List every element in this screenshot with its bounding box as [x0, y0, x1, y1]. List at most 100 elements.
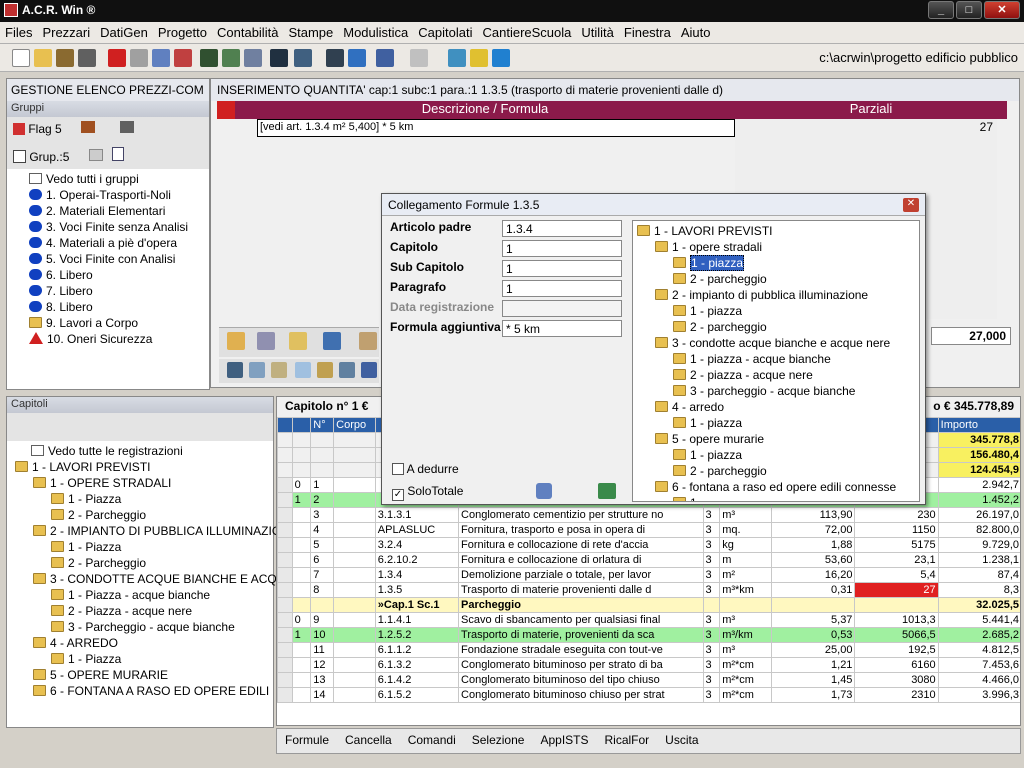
table-row[interactable]: 5 3.2.4 Fornitura e collocazione di rete d… — [277, 537, 1020, 553]
tree-item[interactable]: 1 - Piazza - acque bianche — [15, 587, 273, 603]
grid-icon[interactable] — [200, 49, 218, 67]
dialog-tree-item[interactable]: 6 - fontana a raso ed opere edili connes… — [637, 479, 919, 495]
copy-small-icon[interactable] — [249, 362, 265, 378]
tools-icon[interactable] — [56, 49, 74, 67]
dialog-tree-item[interactable]: 1 - piazza — [637, 447, 919, 463]
menu-modulistica[interactable]: Modulistica — [338, 22, 413, 43]
menu-finestra[interactable]: Finestra — [619, 22, 676, 43]
dedurre-checkbox[interactable] — [392, 463, 404, 475]
table-row[interactable]: 7 1.3.4 Demolizione parziale o totale, per… — [277, 567, 1020, 583]
help-icon[interactable] — [536, 483, 552, 499]
cut-icon[interactable] — [227, 362, 243, 378]
exit-door-icon[interactable] — [227, 332, 245, 350]
hand-icon[interactable] — [81, 121, 96, 133]
table-row[interactable]: 6 6.2.10.2 Fornitura e collocazione di orl… — [277, 552, 1020, 568]
calendar-icon[interactable] — [174, 49, 192, 67]
data-field[interactable] — [502, 300, 622, 317]
dialog-tree-item[interactable]: 3 - condotte acque bianche e acque nere — [637, 335, 919, 351]
group-item[interactable]: 1. Operai-Trasporti-Noli — [29, 187, 209, 203]
eraser-icon[interactable] — [317, 362, 333, 378]
blank-icon[interactable] — [88, 149, 103, 161]
tree-item[interactable]: 2 - IMPIANTO DI PUBBLICA ILLUMINAZIO — [15, 523, 281, 539]
cmd-uscita[interactable]: Uscita — [657, 729, 706, 751]
dialog-tree-item[interactable]: 5 - opere murarie — [637, 431, 919, 447]
tree-item[interactable]: 2 - Piazza - acque nere — [15, 603, 273, 619]
tree-item[interactable]: 1 - Piazza — [15, 491, 273, 507]
dialog-tree-item[interactable]: 2 - piazza - acque nere — [637, 367, 919, 383]
cmd-selezione[interactable]: Selezione — [464, 729, 533, 751]
minimize-button[interactable]: _ — [928, 1, 954, 19]
table-row[interactable]: 14 6.1.5.2 Conglomerato bituminoso chiuso … — [277, 687, 1020, 703]
dialog-tree-item[interactable]: 2 - parcheggio — [637, 319, 919, 335]
paragrafo-field[interactable]: 1 — [502, 280, 622, 297]
tree-item[interactable]: Vedo tutte le registrazioni — [15, 443, 273, 459]
flag-button[interactable]: Flag 5 — [28, 122, 61, 136]
dialog-tree-item[interactable]: 1 - piazza — [637, 415, 919, 431]
wrench-icon[interactable] — [294, 49, 312, 67]
table-row[interactable]: 0 9 1.1.4.1 Scavo di sbancamento per qualsi… — [277, 612, 1020, 628]
key-icon[interactable] — [470, 49, 488, 67]
table-row[interactable]: 12 6.1.3.2 Conglomerato bituminoso per str… — [277, 657, 1020, 673]
solo-checkbox[interactable]: ✓ — [392, 489, 404, 501]
table-row[interactable]: 3 3.1.3.1 Conglomerato cementizio per stru… — [277, 507, 1020, 523]
menu-progetto[interactable]: Progetto — [153, 22, 212, 43]
cmd-formule[interactable]: Formule — [277, 729, 337, 751]
calculator-icon[interactable] — [130, 49, 148, 67]
table-row[interactable]: 1 10 1.2.5.2 Trasporto di materie, provenie… — [277, 627, 1020, 643]
articolo-field[interactable]: 1.3.4 — [502, 220, 622, 237]
sort-icon[interactable] — [339, 362, 355, 378]
table-row[interactable]: 8 1.3.5 Trasporto di materie provenienti d… — [277, 582, 1020, 598]
cmd-comandi[interactable]: Comandi — [400, 729, 464, 751]
menu-cantierescuola[interactable]: CantiereScuola — [477, 22, 576, 43]
menu-stampe[interactable]: Stampe — [283, 22, 338, 43]
dialog-tree-item[interactable]: 2 - parcheggio — [637, 463, 919, 479]
dialog-close-button[interactable]: ✕ — [903, 198, 919, 212]
dialog-tree-item[interactable]: 1 - piazza - acque bianche — [637, 351, 919, 367]
calc-icon[interactable] — [448, 49, 466, 67]
group-item[interactable]: 10. Oneri Sicurezza — [29, 331, 209, 347]
chart-icon[interactable] — [222, 49, 240, 67]
maximize-button[interactable]: □ — [956, 1, 982, 19]
check-icon[interactable] — [13, 150, 26, 163]
copy-icon[interactable] — [78, 49, 96, 67]
undo-small-icon[interactable] — [361, 362, 377, 378]
group-item[interactable]: 5. Voci Finite con Analisi — [29, 251, 209, 267]
paste-small-icon[interactable] — [271, 362, 287, 378]
tree-item[interactable]: 1 - OPERE STRADALI — [15, 475, 273, 491]
group-item[interactable]: Vedo tutti i gruppi — [29, 171, 209, 187]
table-row[interactable]: 11 6.1.1.2 Fondazione stradale eseguita co… — [277, 642, 1020, 658]
subcap-field[interactable]: 1 — [502, 260, 622, 277]
tree-item[interactable]: 6 - FONTANA A RASO ED OPERE EDILI — [15, 683, 273, 699]
menu-prezzari[interactable]: Prezzari — [37, 22, 95, 43]
tree-item[interactable]: 4 - ARREDO — [15, 635, 273, 651]
refresh-icon[interactable] — [492, 49, 510, 67]
dialog-tree-item[interactable]: 3 - parcheggio - acque bianche — [637, 383, 919, 399]
dialog-tree-item[interactable]: 4 - arredo — [637, 399, 919, 415]
tree-item[interactable]: 2 - Parcheggio — [15, 507, 273, 523]
dialog-tree-item[interactable]: 2 - impianto di pubblica illuminazione — [637, 287, 919, 303]
notes-icon[interactable] — [289, 332, 307, 350]
new-file-icon[interactable] — [12, 49, 30, 67]
dialog-tree-item[interactable]: 1 - opere stradali — [637, 239, 919, 255]
tree-item[interactable]: 5 - OPERE MURARIE — [15, 667, 273, 683]
calc-button-icon[interactable] — [257, 332, 275, 350]
tree-item[interactable]: 1 - Piazza — [15, 651, 273, 667]
menu-files[interactable]: Files — [0, 22, 37, 43]
dialog-tree-item[interactable]: 1 - piazza — [637, 303, 919, 319]
dialog-tree-item[interactable]: 1 - LAVORI PREVISTI — [637, 223, 919, 239]
confirm-arrow-icon[interactable] — [598, 483, 616, 499]
print-icon[interactable] — [244, 49, 262, 67]
table-row[interactable]: »Cap.1 Sc.1 Parcheggio 32.025,5 — [277, 597, 1020, 613]
paste-icon[interactable] — [323, 332, 341, 350]
menu-capitolati[interactable]: Capitolati — [413, 22, 477, 43]
group-item[interactable]: 7. Libero — [29, 283, 209, 299]
group-item[interactable]: 9. Lavori a Corpo — [29, 315, 209, 331]
menu-datigen[interactable]: DatiGen — [95, 22, 153, 43]
globe-icon[interactable] — [348, 49, 366, 67]
tree-item[interactable]: 1 - Piazza — [15, 539, 273, 555]
group-item[interactable]: 8. Libero — [29, 299, 209, 315]
list-icon[interactable] — [112, 147, 125, 161]
close-button[interactable]: ✕ — [984, 1, 1020, 19]
cmd-appists[interactable]: AppISTS — [532, 729, 596, 751]
tree-item[interactable]: 3 - CONDOTTE ACQUE BIANCHE E ACQU — [15, 571, 285, 587]
